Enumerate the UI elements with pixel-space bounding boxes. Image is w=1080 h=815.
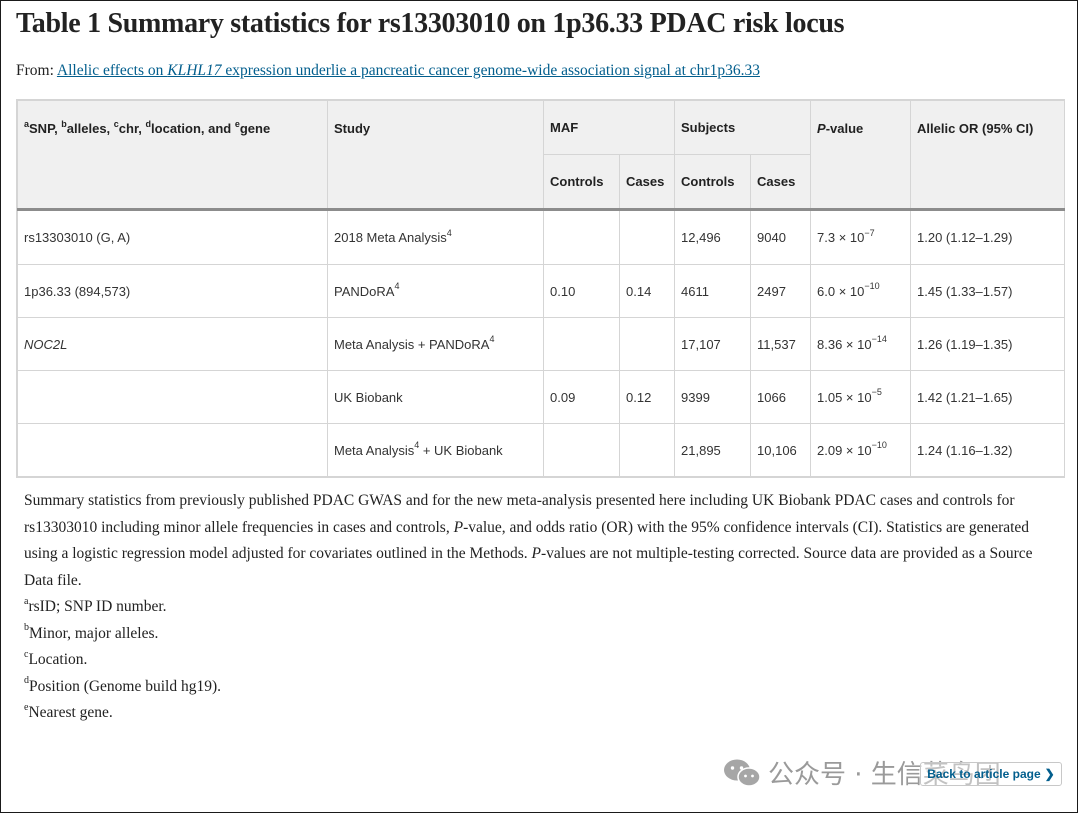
cell-maf-controls bbox=[543, 317, 620, 371]
cell-subjects-cases: 11,537 bbox=[750, 317, 812, 371]
footnote: dPosition (Genome build hg19). bbox=[24, 675, 222, 695]
cell-subjects-controls: 9399 bbox=[674, 370, 752, 424]
cell-pvalue: 2.09 × 10−10 bbox=[810, 423, 912, 477]
header-snp: aSNP, balleles, cchr, dlocation, and ege… bbox=[17, 100, 328, 211]
table-row: rs13303010 (G, A) 2018 Meta Analysis4 12… bbox=[17, 209, 1066, 265]
cell-subjects-cases: 1066 bbox=[750, 370, 812, 424]
cell-maf-cases bbox=[618, 423, 676, 477]
footnote: arsID; SNP ID number. bbox=[24, 595, 167, 615]
from-label: From: bbox=[16, 62, 57, 79]
cell-subjects-cases: 10,106 bbox=[750, 423, 812, 477]
cell-snp: 1p36.33 (894,573) bbox=[17, 264, 328, 318]
cell-pvalue: 6.0 × 10−10 bbox=[810, 264, 912, 318]
cell-maf-controls: 0.09 bbox=[543, 370, 620, 424]
header-maf-cases: Cases bbox=[618, 154, 676, 211]
header-pvalue: P-value bbox=[810, 100, 912, 211]
cell-maf-controls bbox=[543, 209, 620, 265]
cell-pvalue: 7.3 × 10−7 bbox=[810, 209, 912, 265]
cell-or: 1.24 (1.16–1.32) bbox=[910, 423, 1066, 477]
table-row: UK Biobank 0.09 0.12 9399 1066 1.05 × 10… bbox=[17, 370, 1066, 424]
table-row: NOC2L Meta Analysis + PANDoRA4 17,107 11… bbox=[17, 317, 1066, 371]
table-row: 1p36.33 (894,573) PANDoRA4 0.10 0.14 461… bbox=[17, 264, 1066, 318]
cell-or: 1.26 (1.19–1.35) bbox=[910, 317, 1066, 371]
cell-maf-controls: 0.10 bbox=[543, 264, 620, 318]
cell-snp bbox=[17, 423, 328, 477]
statistics-table: aSNP, balleles, cchr, dlocation, and ege… bbox=[16, 99, 1066, 478]
header-subjects: Subjects bbox=[674, 100, 812, 155]
back-link-label: Back to article page bbox=[927, 767, 1041, 781]
cell-subjects-controls: 4611 bbox=[674, 264, 752, 318]
article-link[interactable]: Allelic effects on KLHL17 expression und… bbox=[57, 62, 760, 79]
table-caption: Summary statistics from previously publi… bbox=[24, 488, 1054, 727]
header-study: Study bbox=[327, 100, 544, 211]
page-title: Table 1 Summary statistics for rs1330301… bbox=[16, 8, 845, 39]
cell-pvalue: 8.36 × 10−14 bbox=[810, 317, 912, 371]
cell-subjects-controls: 21,895 bbox=[674, 423, 752, 477]
cell-study: PANDoRA4 bbox=[327, 264, 544, 318]
footnote: eNearest gene. bbox=[24, 701, 113, 721]
header-subjects-controls: Controls bbox=[674, 154, 752, 211]
cell-snp bbox=[17, 370, 328, 424]
footnote: cLocation. bbox=[24, 648, 88, 668]
gene-name: KLHL17 bbox=[167, 62, 222, 79]
wechat-icon bbox=[724, 759, 761, 787]
cell-maf-cases: 0.12 bbox=[618, 370, 676, 424]
cell-maf-cases: 0.14 bbox=[618, 264, 676, 318]
cell-snp: NOC2L bbox=[17, 317, 328, 371]
cell-study: 2018 Meta Analysis4 bbox=[327, 209, 544, 265]
cell-snp: rs13303010 (G, A) bbox=[17, 209, 328, 265]
back-to-article-button[interactable]: Back to article page ❯ bbox=[920, 762, 1062, 786]
cell-subjects-controls: 17,107 bbox=[674, 317, 752, 371]
cell-subjects-cases: 2497 bbox=[750, 264, 812, 318]
cell-maf-controls bbox=[543, 423, 620, 477]
cell-or: 1.20 (1.12–1.29) bbox=[910, 209, 1066, 265]
header-maf-controls: Controls bbox=[543, 154, 620, 211]
cell-pvalue: 1.05 × 10−5 bbox=[810, 370, 912, 424]
cell-subjects-cases: 9040 bbox=[750, 209, 812, 265]
cell-subjects-controls: 12,496 bbox=[674, 209, 752, 265]
table-row: Meta Analysis4 + UK Biobank 21,895 10,10… bbox=[17, 423, 1066, 477]
cell-maf-cases bbox=[618, 209, 676, 265]
cell-study: UK Biobank bbox=[327, 370, 544, 424]
cell-or: 1.42 (1.21–1.65) bbox=[910, 370, 1066, 424]
source-line: From: Allelic effects on KLHL17 expressi… bbox=[16, 62, 760, 80]
cell-maf-cases bbox=[618, 317, 676, 371]
header-or: Allelic OR (95% CI) bbox=[910, 100, 1066, 211]
header-maf: MAF bbox=[542, 100, 676, 155]
cell-study: Meta Analysis + PANDoRA4 bbox=[327, 317, 544, 371]
cell-or: 1.45 (1.33–1.57) bbox=[910, 264, 1066, 318]
footnote: bMinor, major alleles. bbox=[24, 622, 159, 642]
chevron-right-icon: ❯ bbox=[1044, 767, 1055, 781]
cell-study: Meta Analysis4 + UK Biobank bbox=[327, 423, 544, 477]
header-subjects-cases: Cases bbox=[750, 154, 812, 211]
caption-text: Summary statistics from previously publi… bbox=[24, 492, 1033, 589]
